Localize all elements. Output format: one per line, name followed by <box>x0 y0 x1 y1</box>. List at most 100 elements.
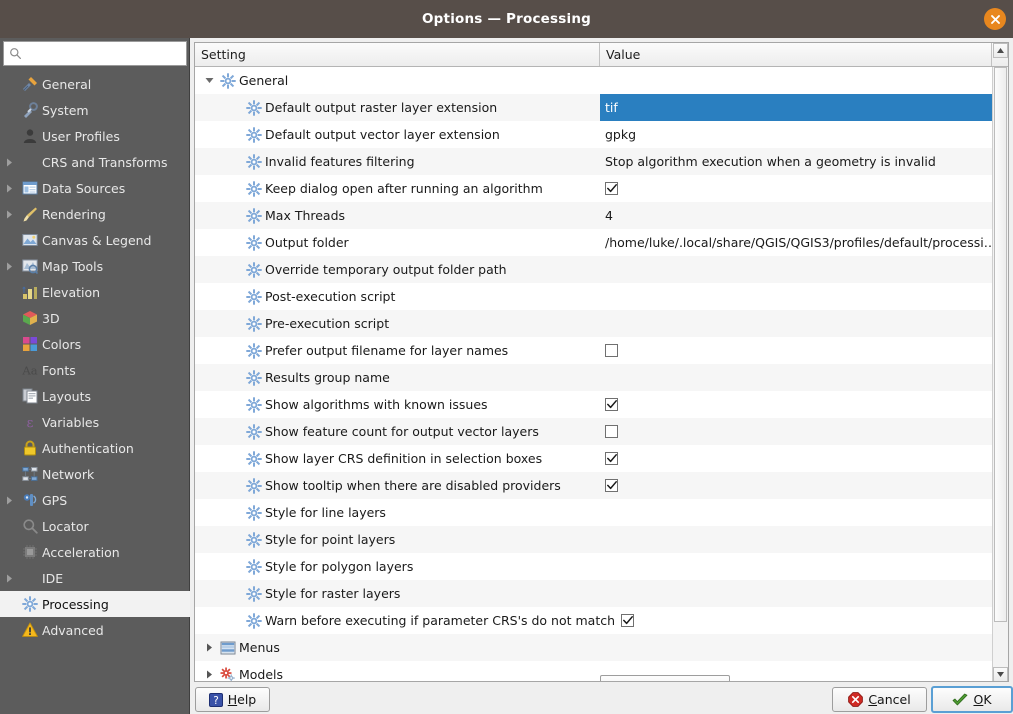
expand-arrow-icon[interactable] <box>0 210 18 219</box>
value-cell[interactable] <box>600 526 605 553</box>
sidebar-item-3d[interactable]: 3D <box>0 305 190 331</box>
checkbox[interactable] <box>621 614 635 627</box>
value-cell[interactable]: tif <box>600 94 992 121</box>
checkbox[interactable] <box>605 182 618 195</box>
search-box[interactable] <box>3 41 187 66</box>
value-cell[interactable] <box>600 472 618 499</box>
scroll-down-arrow-icon[interactable] <box>993 667 1008 681</box>
value-cell[interactable] <box>600 310 605 337</box>
window-title: Options — Processing <box>422 11 591 27</box>
value-cell[interactable] <box>600 580 605 607</box>
sidebar-item-network[interactable]: Network <box>0 461 190 487</box>
vertical-scrollbar[interactable] <box>992 43 1008 681</box>
reset-to-defaults-button[interactable]: Reset to defaults <box>600 675 730 681</box>
sidebar-item-advanced[interactable]: Advanced <box>0 617 190 643</box>
table-row[interactable]: Pre-execution script <box>195 310 992 337</box>
setting-cell: Pre-execution script <box>195 310 389 337</box>
help-button[interactable]: ? Help <box>195 687 270 712</box>
sidebar-item-system[interactable]: System <box>0 97 190 123</box>
close-icon[interactable] <box>984 8 1006 30</box>
value-cell[interactable]: /home/luke/.local/share/QGIS/QGIS3/profi… <box>600 229 992 256</box>
table-row[interactable]: Models <box>195 661 992 681</box>
table-row[interactable]: Warn before executing if parameter CRS's… <box>195 607 992 634</box>
value-cell[interactable] <box>600 418 618 445</box>
value-cell[interactable]: 4 <box>600 202 613 229</box>
table-row[interactable]: Show layer CRS definition in selection b… <box>195 445 992 472</box>
sidebar-item-elevation[interactable]: Elevation <box>0 279 190 305</box>
table-row[interactable]: Max Threads 4 <box>195 202 992 229</box>
value-cell[interactable] <box>600 634 605 661</box>
table-row[interactable]: Default output raster layer extension tif <box>195 94 992 121</box>
value-cell[interactable] <box>600 499 605 526</box>
sidebar-item-general[interactable]: General <box>0 71 190 97</box>
expand-arrow-icon[interactable] <box>0 158 18 167</box>
expand-arrow-icon[interactable] <box>201 670 217 679</box>
column-header-value[interactable]: Value <box>600 43 992 66</box>
cancel-button[interactable]: Cancel <box>832 687 927 712</box>
sidebar-item-locator[interactable]: Locator <box>0 513 190 539</box>
value-cell[interactable] <box>600 364 605 391</box>
scroll-up-arrow-icon[interactable] <box>993 43 1008 58</box>
sidebar-item-user-profiles[interactable]: User Profiles <box>0 123 190 149</box>
sidebar-item-gps[interactable]: GPS <box>0 487 190 513</box>
table-row[interactable]: Output folder/home/luke/.local/share/QGI… <box>195 229 992 256</box>
table-row[interactable]: Default output vector layer extension gpk… <box>195 121 992 148</box>
sidebar-item-acceleration[interactable]: Acceleration <box>0 539 190 565</box>
expand-arrow-icon[interactable] <box>0 184 18 193</box>
value-cell[interactable] <box>600 391 618 418</box>
table-row[interactable]: General <box>195 67 992 94</box>
value-cell[interactable] <box>600 445 618 472</box>
checkbox[interactable] <box>605 398 618 411</box>
sidebar-item-layouts[interactable]: Layouts <box>0 383 190 409</box>
sidebar-item-colors[interactable]: Colors <box>0 331 190 357</box>
table-row[interactable]: Invalid features filtering Stop algorithm… <box>195 148 992 175</box>
table-row[interactable]: Style for raster layers <box>195 580 992 607</box>
table-row[interactable]: Post-execution script <box>195 283 992 310</box>
column-header-setting[interactable]: Setting <box>195 43 600 66</box>
expand-arrow-icon[interactable] <box>0 496 18 505</box>
table-row[interactable]: Results group name <box>195 364 992 391</box>
sidebar-item-authentication[interactable]: Authentication <box>0 435 190 461</box>
checkbox[interactable] <box>605 479 618 492</box>
value-cell[interactable]: Stop algorithm execution when a geometry… <box>600 148 936 175</box>
scrollbar-thumb[interactable] <box>994 67 1007 622</box>
table-row[interactable]: Style for line layers <box>195 499 992 526</box>
expand-arrow-icon[interactable] <box>0 574 18 583</box>
table-row[interactable]: Style for polygon layers <box>195 553 992 580</box>
sidebar-item-fonts[interactable]: Aa Fonts <box>0 357 190 383</box>
search-input[interactable] <box>26 42 186 65</box>
checkbox[interactable] <box>605 452 618 465</box>
value-cell[interactable] <box>600 337 618 364</box>
table-row[interactable]: Menus <box>195 634 992 661</box>
value-cell[interactable] <box>600 283 605 310</box>
value-cell[interactable] <box>600 175 618 202</box>
setting-cell: Post-execution script <box>195 283 395 310</box>
value-cell[interactable]: gpkg <box>600 121 636 148</box>
checkbox[interactable] <box>605 344 618 357</box>
table-row[interactable]: Show tooltip when there are disabled pro… <box>195 472 992 499</box>
collapse-arrow-icon[interactable] <box>201 77 217 84</box>
sidebar-item-label: Elevation <box>42 284 101 300</box>
value-cell[interactable] <box>600 256 605 283</box>
value-cell[interactable] <box>600 67 605 94</box>
value-text: tif <box>605 100 618 115</box>
ok-button[interactable]: OK <box>931 686 1013 713</box>
expand-arrow-icon[interactable] <box>0 262 18 271</box>
sidebar-item-processing[interactable]: Processing <box>0 591 190 617</box>
value-cell[interactable] <box>600 553 605 580</box>
sidebar-item-canvas-legend[interactable]: Canvas & Legend <box>0 227 190 253</box>
sidebar-item-ide[interactable]: IDE <box>0 565 190 591</box>
table-row[interactable]: Show algorithms with known issues <box>195 391 992 418</box>
sidebar-item-variables[interactable]: ε Variables <box>0 409 190 435</box>
sidebar-item-rendering[interactable]: Rendering <box>0 201 190 227</box>
table-row[interactable]: Override temporary output folder path <box>195 256 992 283</box>
table-row[interactable]: Keep dialog open after running an algori… <box>195 175 992 202</box>
expand-arrow-icon[interactable] <box>201 643 217 652</box>
sidebar-item-data-sources[interactable]: Data Sources <box>0 175 190 201</box>
checkbox[interactable] <box>605 425 618 438</box>
table-row[interactable]: Style for point layers <box>195 526 992 553</box>
table-row[interactable]: Show feature count for output vector lay… <box>195 418 992 445</box>
sidebar-item-map-tools[interactable]: Map Tools <box>0 253 190 279</box>
sidebar-item-crs-and-transforms[interactable]: CRS and Transforms <box>0 149 190 175</box>
table-row[interactable]: Prefer output filename for layer names <box>195 337 992 364</box>
